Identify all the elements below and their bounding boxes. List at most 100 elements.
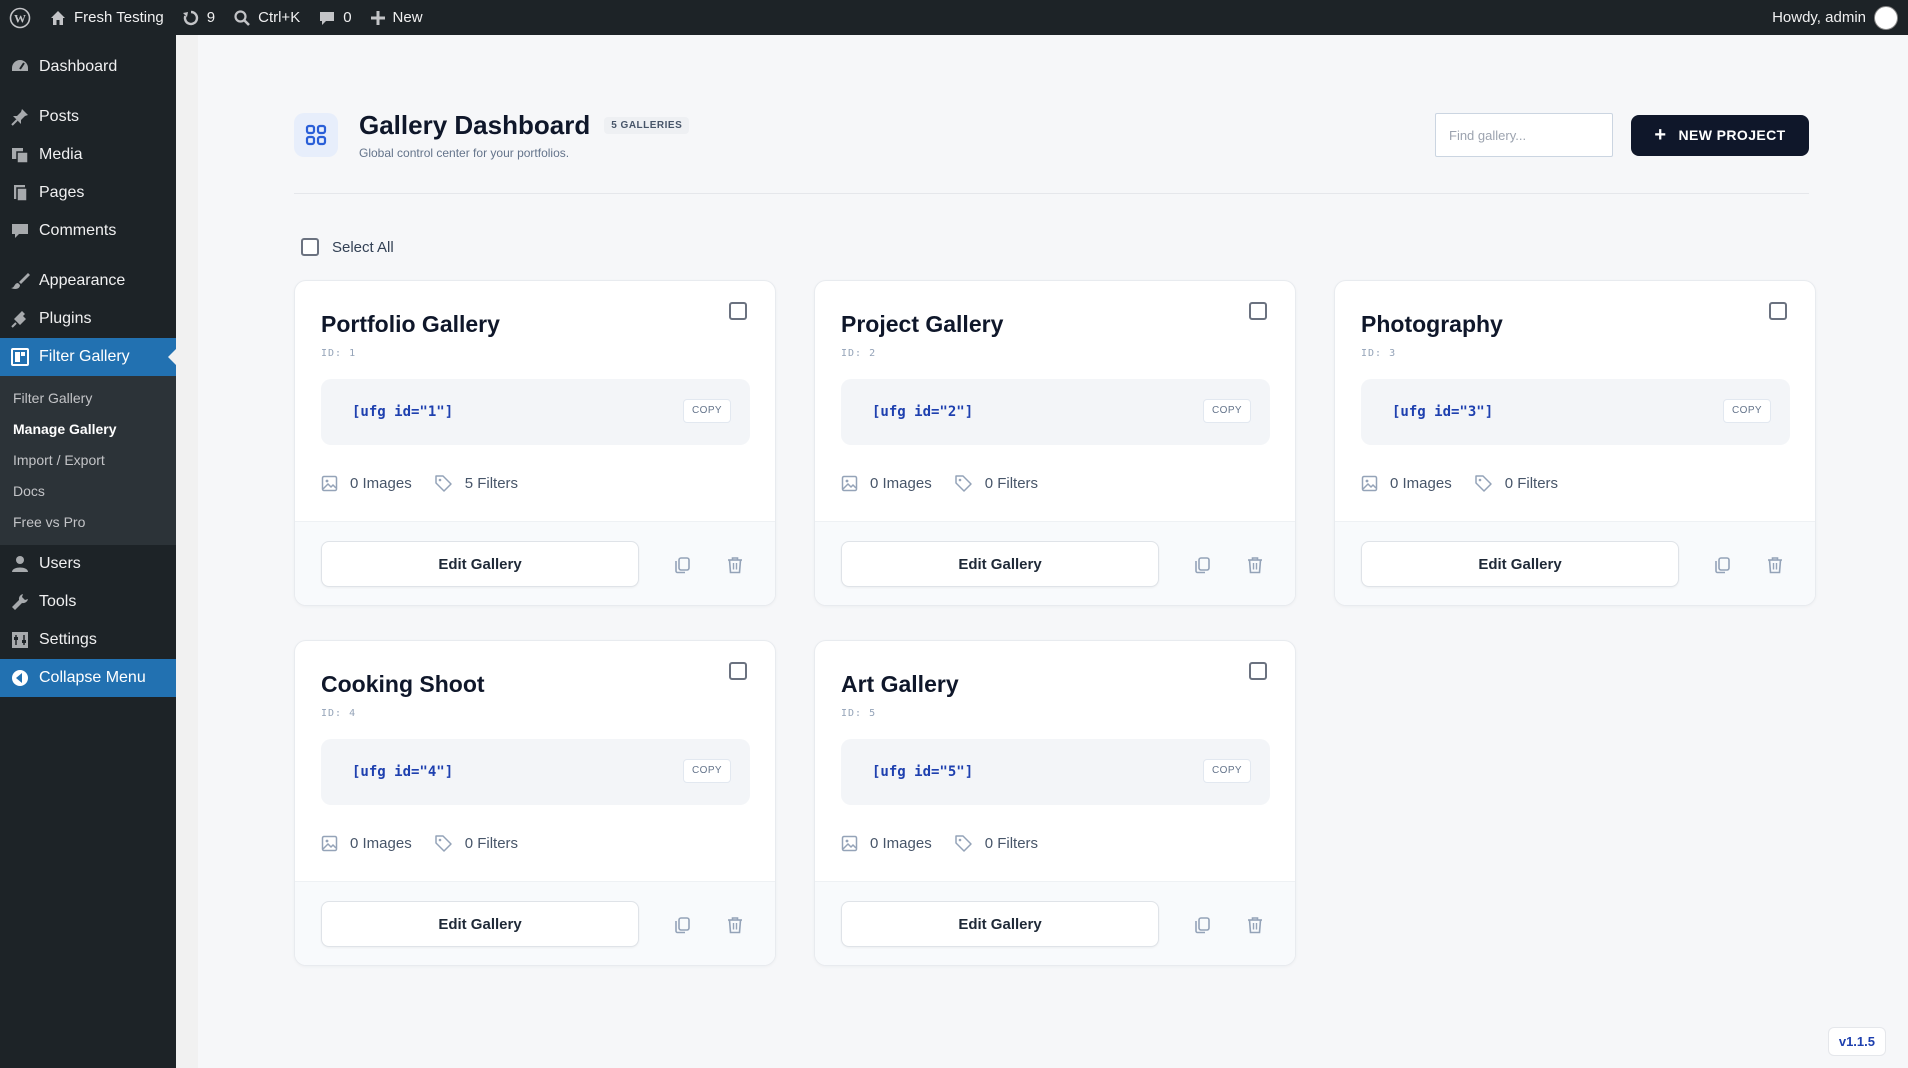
pushpin-icon (10, 107, 30, 127)
gallery-id: ID: 4 (321, 708, 357, 719)
images-stat: 0 Images (1361, 475, 1452, 492)
sidebar-item-label: Collapse Menu (39, 669, 146, 686)
trash-icon[interactable] (1244, 914, 1266, 936)
copy-shortcode-button[interactable]: COPY (1203, 399, 1251, 423)
images-stat: 0 Images (841, 835, 932, 852)
sidebar-item-appearance[interactable]: Appearance (0, 262, 176, 300)
gallery-stats: 0 Images 0 Filters (841, 834, 1060, 853)
gallery-select-checkbox[interactable] (729, 662, 747, 680)
sidebar-item-filter-gallery[interactable]: Filter Gallery (0, 338, 176, 376)
gallery-title: Project Gallery (841, 311, 1004, 337)
shortcode-text: [ufg id="3"] (1392, 404, 1494, 420)
copy-shortcode-button[interactable]: COPY (1203, 759, 1251, 783)
sidebar-item-dashboard[interactable]: Dashboard (0, 48, 176, 86)
images-count: 0 Images (350, 835, 412, 852)
trash-icon[interactable] (1764, 554, 1786, 576)
version-badge: v1.1.5 (1827, 1027, 1886, 1056)
edit-gallery-button[interactable]: Edit Gallery (841, 901, 1159, 947)
edit-gallery-button[interactable]: Edit Gallery (321, 901, 639, 947)
new-content-link[interactable]: New (361, 0, 432, 35)
gallery-icon (10, 347, 30, 367)
sidebar-item-comments[interactable]: Comments (0, 212, 176, 250)
card-footer: Edit Gallery (1335, 521, 1815, 605)
updates-count: 9 (206, 9, 216, 26)
filters-count: 0 Filters (464, 835, 519, 852)
sidebar-item-tools[interactable]: Tools (0, 583, 176, 621)
gallery-card: Art Gallery ID: 5 [ufg id="5"] COPY 0 Im… (814, 640, 1296, 966)
shortcode-text: [ufg id="2"] (872, 404, 974, 420)
submenu-item-docs[interactable]: Docs (0, 476, 176, 507)
card-footer: Edit Gallery (815, 881, 1295, 965)
gallery-title: Art Gallery (841, 671, 959, 697)
filters-stat: 0 Filters (954, 474, 1038, 493)
howdy-text: Howdy, admin (1772, 9, 1866, 26)
copy-shortcode-button[interactable]: COPY (683, 399, 731, 423)
gallery-select-checkbox[interactable] (1249, 662, 1267, 680)
duplicate-icon[interactable] (1191, 554, 1213, 576)
new-project-label: NEW PROJECT (1678, 127, 1786, 143)
duplicate-icon[interactable] (671, 914, 693, 936)
media-icon (10, 145, 30, 165)
tag-icon (434, 475, 452, 492)
updates-icon (182, 10, 198, 25)
sidebar-item-label: Tools (39, 593, 77, 610)
paintbrush-icon (10, 271, 30, 291)
my-account-link[interactable]: Howdy, admin (1763, 0, 1908, 35)
avatar (1874, 5, 1898, 30)
submenu-item-free-vs-pro[interactable]: Free vs Pro (0, 507, 176, 538)
sidebar-item-settings[interactable]: Settings (0, 621, 176, 659)
sidebar-item-users[interactable]: Users (0, 545, 176, 583)
gallery-select-checkbox[interactable] (1769, 302, 1787, 320)
updates-link[interactable]: 9 (173, 0, 224, 35)
copy-shortcode-button[interactable]: COPY (1723, 399, 1771, 423)
gallery-stats: 0 Images 0 Filters (321, 834, 540, 853)
duplicate-icon[interactable] (671, 554, 693, 576)
gallery-title: Photography (1361, 311, 1503, 337)
card-footer: Edit Gallery (815, 521, 1295, 605)
trash-icon[interactable] (1244, 554, 1266, 576)
copy-shortcode-button[interactable]: COPY (683, 759, 731, 783)
select-all[interactable]: Select All (301, 238, 394, 256)
select-all-checkbox[interactable] (301, 238, 319, 256)
comments-link[interactable]: 0 (309, 0, 360, 35)
gallery-count-badge: 5 GALLERIES (604, 117, 690, 134)
sidebar-item-media[interactable]: Media (0, 136, 176, 174)
sidebar-item-plugins[interactable]: Plugins (0, 300, 176, 338)
edit-gallery-button[interactable]: Edit Gallery (841, 541, 1159, 587)
search-shortcut-link[interactable]: Ctrl+K (224, 0, 309, 35)
gallery-select-checkbox[interactable] (729, 302, 747, 320)
new-project-button[interactable]: + NEW PROJECT (1631, 114, 1809, 156)
duplicate-icon[interactable] (1711, 554, 1733, 576)
submenu-item-manage-gallery[interactable]: Manage Gallery (0, 414, 176, 445)
trash-icon[interactable] (724, 554, 746, 576)
admin-bar: W Fresh Testing 9 Ctrl+K 0 New Howdy, ad… (0, 0, 1908, 35)
image-icon (321, 835, 338, 852)
sidebar-item-pages[interactable]: Pages (0, 174, 176, 212)
trash-icon[interactable] (724, 914, 746, 936)
duplicate-icon[interactable] (1191, 914, 1213, 936)
filters-stat: 0 Filters (1474, 474, 1558, 493)
collapse-menu-button[interactable]: Collapse Menu (0, 659, 176, 697)
submenu-item-import-export[interactable]: Import / Export (0, 445, 176, 476)
wordpress-logo-icon[interactable]: W (0, 0, 40, 35)
filter-gallery-submenu: Filter Gallery Manage Gallery Import / E… (0, 376, 176, 545)
filters-count: 0 Filters (1504, 475, 1559, 492)
image-icon (841, 835, 858, 852)
admin-sidebar: Dashboard Posts Media Pages Comments App… (0, 35, 176, 1068)
pages-icon (10, 183, 30, 203)
sidebar-item-posts[interactable]: Posts (0, 98, 176, 136)
sidebar-item-label: Users (39, 555, 81, 572)
sidebar-item-label: Filter Gallery (39, 348, 130, 365)
gallery-select-checkbox[interactable] (1249, 302, 1267, 320)
edit-gallery-button[interactable]: Edit Gallery (1361, 541, 1679, 587)
filters-count: 0 Filters (984, 475, 1039, 492)
shortcode-text: [ufg id="5"] (872, 764, 974, 780)
edit-gallery-button[interactable]: Edit Gallery (321, 541, 639, 587)
gallery-title: Cooking Shoot (321, 671, 485, 697)
find-gallery-input[interactable] (1435, 113, 1613, 157)
sidebar-item-label: Pages (39, 184, 85, 201)
images-count: 0 Images (1390, 475, 1452, 492)
gallery-stats: 0 Images 5 Filters (321, 474, 540, 493)
site-name-link[interactable]: Fresh Testing (40, 0, 173, 35)
submenu-item-filter-gallery[interactable]: Filter Gallery (0, 383, 176, 414)
